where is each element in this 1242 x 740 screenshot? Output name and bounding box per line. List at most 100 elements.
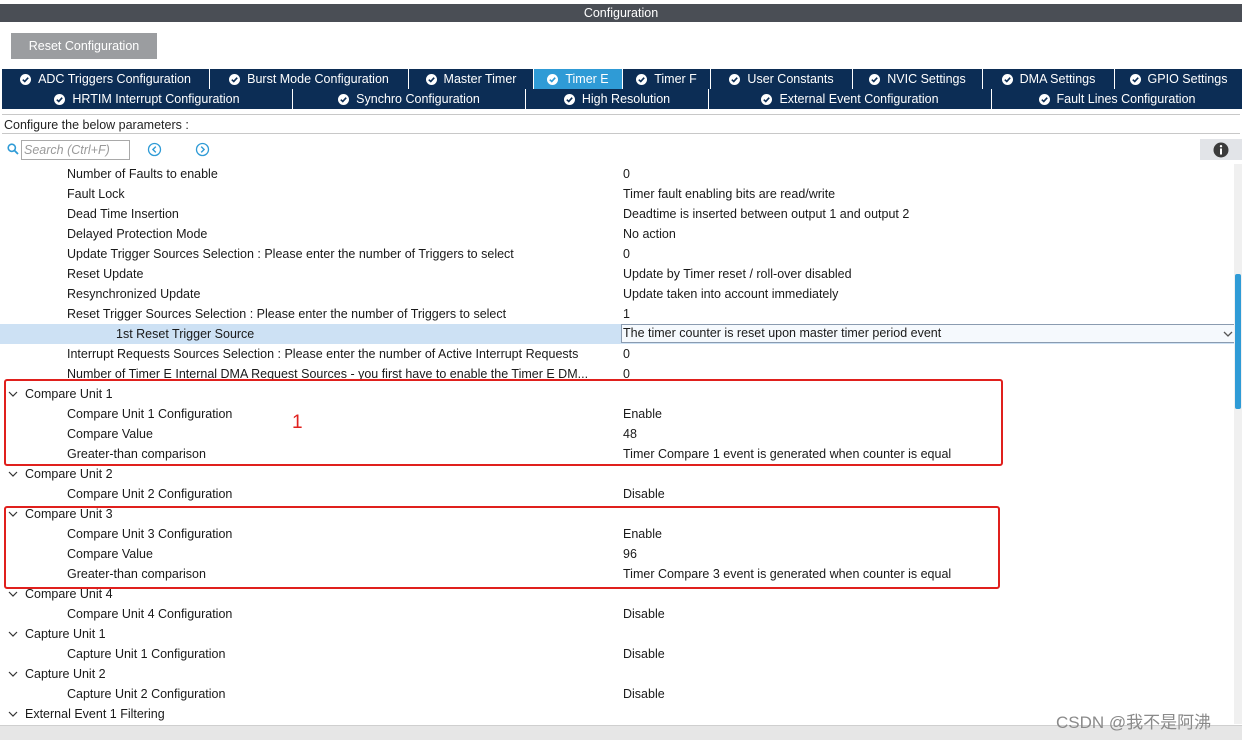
param-row[interactable]: Capture Unit 2 Configuration Disable xyxy=(0,684,1234,704)
tab-nvic-settings[interactable]: NVIC Settings xyxy=(853,69,983,89)
tab-label: External Event Configuration xyxy=(779,92,939,106)
group-capture-unit-2[interactable]: Capture Unit 2 xyxy=(0,664,1234,684)
check-circle-icon xyxy=(1129,73,1141,85)
param-row[interactable]: Interrupt Requests Sources Selection : P… xyxy=(0,344,1234,364)
tab-bar-secondary: HRTIM Interrupt Configuration Synchro Co… xyxy=(2,89,1242,109)
tab-timer-f[interactable]: Timer F xyxy=(623,69,711,89)
param-label: Interrupt Requests Sources Selection : P… xyxy=(67,347,579,361)
param-row[interactable]: Fault Lock Timer fault enabling bits are … xyxy=(0,184,1234,204)
reset-trigger-source-select[interactable]: The timer counter is reset upon master t… xyxy=(621,324,1237,343)
chevron-down-icon[interactable] xyxy=(8,669,18,679)
tab-label: Master Timer xyxy=(443,72,517,86)
group-label: External Event 1 Filtering xyxy=(25,707,165,721)
scrollbar-thumb[interactable] xyxy=(1235,274,1241,409)
chevron-down-icon[interactable] xyxy=(8,629,18,639)
check-circle-icon xyxy=(729,73,741,85)
tab-dma-settings[interactable]: DMA Settings xyxy=(983,69,1115,89)
check-circle-icon xyxy=(425,73,437,85)
annotation-number: 1 xyxy=(292,412,303,433)
tab-bar-primary: ADC Triggers Configuration Burst Mode Co… xyxy=(2,69,1242,89)
param-value: Update taken into account immediately xyxy=(623,287,839,301)
group-label: Capture Unit 1 xyxy=(25,627,106,641)
param-label: Capture Unit 2 Configuration xyxy=(67,687,226,701)
parameters-hint: Configure the below parameters : xyxy=(2,114,1240,134)
check-circle-icon xyxy=(338,93,350,105)
group-compare-unit-2[interactable]: Compare Unit 2 xyxy=(0,464,1234,484)
tab-high-resolution[interactable]: High Resolution xyxy=(526,89,709,109)
check-circle-icon xyxy=(563,93,575,105)
tab-label: HRTIM Interrupt Configuration xyxy=(72,92,240,106)
param-row[interactable]: Compare Unit 4 Configuration Disable xyxy=(0,604,1234,624)
vertical-scrollbar[interactable] xyxy=(1234,164,1242,724)
param-label: Reset Update xyxy=(67,267,144,281)
info-button[interactable] xyxy=(1200,139,1242,160)
check-circle-icon xyxy=(636,73,648,85)
param-value: Timer fault enabling bits are read/write xyxy=(623,187,836,201)
param-value: Deadtime is inserted between output 1 an… xyxy=(623,207,910,221)
param-label: Compare Unit 2 Configuration xyxy=(67,487,233,501)
tab-adc-triggers[interactable]: ADC Triggers Configuration xyxy=(2,69,210,89)
watermark: CSDN @我不是阿沸 xyxy=(1056,713,1212,732)
chevron-down-icon[interactable] xyxy=(8,469,18,479)
param-label: Capture Unit 1 Configuration xyxy=(67,647,226,661)
param-row[interactable]: Update Trigger Sources Selection : Pleas… xyxy=(0,244,1234,264)
window-title: Configuration xyxy=(0,4,1242,22)
check-circle-icon xyxy=(229,73,241,85)
tab-synchro-configuration[interactable]: Synchro Configuration xyxy=(293,89,526,109)
tab-label: Fault Lines Configuration xyxy=(1056,92,1196,106)
group-capture-unit-1[interactable]: Capture Unit 1 xyxy=(0,624,1234,644)
tab-gpio-settings[interactable]: GPIO Settings xyxy=(1115,69,1242,89)
param-row[interactable]: Reset Trigger Sources Selection : Please… xyxy=(0,304,1234,324)
param-value: Disable xyxy=(623,487,665,501)
param-row[interactable]: Capture Unit 1 Configuration Disable xyxy=(0,644,1234,664)
tab-label: User Constants xyxy=(747,72,834,86)
param-row[interactable]: Dead Time Insertion Deadtime is inserted … xyxy=(0,204,1234,224)
check-circle-icon xyxy=(20,73,32,85)
tab-user-constants[interactable]: User Constants xyxy=(711,69,853,89)
search-icon[interactable] xyxy=(7,143,19,155)
tab-label: Synchro Configuration xyxy=(356,92,480,106)
param-row[interactable]: Compare Unit 2 Configuration Disable xyxy=(0,484,1234,504)
chevron-right-circle-icon[interactable] xyxy=(195,142,210,157)
tab-label: GPIO Settings xyxy=(1147,72,1228,86)
tab-external-event[interactable]: External Event Configuration xyxy=(709,89,992,109)
param-label: Reset Trigger Sources Selection : Please… xyxy=(67,307,507,321)
check-circle-icon xyxy=(1001,73,1013,85)
chevron-down-icon[interactable] xyxy=(8,589,18,599)
param-label: Fault Lock xyxy=(67,187,125,201)
param-row[interactable]: Delayed Protection Mode No action xyxy=(0,224,1234,244)
chevron-left-circle-icon[interactable] xyxy=(147,142,162,157)
reset-configuration-button[interactable]: Reset Configuration xyxy=(11,33,157,59)
tab-label: DMA Settings xyxy=(1019,72,1096,86)
param-row[interactable]: Resynchronized Update Update taken into a… xyxy=(0,284,1234,304)
tab-label: NVIC Settings xyxy=(887,72,966,86)
tab-timer-e[interactable]: Timer E xyxy=(534,69,623,89)
tab-hrtim-interrupt[interactable]: HRTIM Interrupt Configuration xyxy=(2,89,293,109)
annotation-box-compare-unit-3 xyxy=(4,506,1000,589)
param-row[interactable]: Number of Faults to enable 0 xyxy=(0,164,1234,184)
tab-master-timer[interactable]: Master Timer xyxy=(409,69,534,89)
tab-label: ADC Triggers Configuration xyxy=(38,72,191,86)
param-label: Number of Faults to enable xyxy=(67,167,218,181)
tab-fault-lines[interactable]: Fault Lines Configuration xyxy=(992,89,1242,109)
tab-label: Timer F xyxy=(654,72,697,86)
tab-label: Timer E xyxy=(565,72,609,86)
param-value: Disable xyxy=(623,607,665,621)
group-external-event-1-filtering[interactable]: External Event 1 Filtering xyxy=(0,704,1234,724)
chevron-down-icon xyxy=(1223,331,1233,337)
group-label: Compare Unit 2 xyxy=(25,467,113,481)
param-label: 1st Reset Trigger Source xyxy=(116,327,255,341)
tab-label: Burst Mode Configuration xyxy=(247,72,389,86)
param-value: Disable xyxy=(623,647,665,661)
param-row[interactable]: Reset Update Update by Timer reset / roll… xyxy=(0,264,1234,284)
param-row-selected[interactable]: 1st Reset Trigger Source The timer count… xyxy=(0,324,1237,344)
select-value: The timer counter is reset upon master t… xyxy=(623,326,942,340)
chevron-down-icon[interactable] xyxy=(8,709,18,719)
param-value: Disable xyxy=(623,687,665,701)
tab-burst-mode[interactable]: Burst Mode Configuration xyxy=(210,69,409,89)
check-circle-icon xyxy=(54,93,66,105)
check-circle-icon xyxy=(547,73,559,85)
param-value: 0 xyxy=(623,247,630,261)
search-input[interactable] xyxy=(21,140,130,160)
group-label: Capture Unit 2 xyxy=(25,667,106,681)
